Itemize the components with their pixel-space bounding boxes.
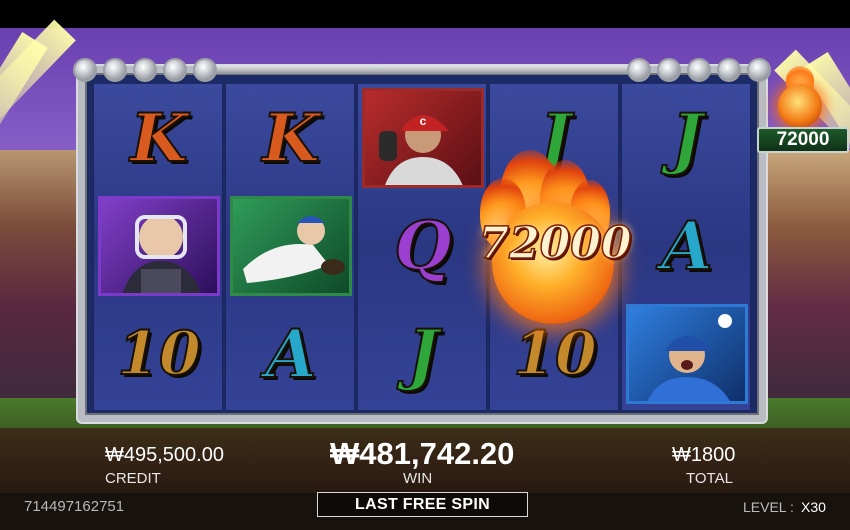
light-bulb-icon xyxy=(747,58,771,82)
catcher-player-symbol xyxy=(98,196,220,296)
symbol-a: A xyxy=(264,314,317,394)
light-bulb-icon xyxy=(717,58,741,82)
reel-cell: J xyxy=(358,300,488,408)
stadium-stands-left xyxy=(0,150,90,410)
pitcher-player-symbol xyxy=(626,304,748,404)
last-free-spin-button[interactable]: LAST FREE SPIN xyxy=(317,492,528,517)
reel-cell: K xyxy=(226,84,356,192)
light-bulb-icon xyxy=(627,58,651,82)
symbol-q: Q xyxy=(393,206,452,286)
reel-cell: A xyxy=(226,300,356,408)
symbol-10: 10 xyxy=(116,318,201,390)
batter-player-symbol: c xyxy=(362,88,484,188)
reel-cell xyxy=(226,192,356,300)
light-bulb-icon xyxy=(103,58,127,82)
total-bet-label: TOTAL xyxy=(686,470,733,487)
credit-label: CREDIT xyxy=(105,470,161,487)
session-id: 714497162751 xyxy=(24,498,125,515)
light-bulb-icon xyxy=(687,58,711,82)
light-bulb-icon xyxy=(163,58,187,82)
symbol-k: K xyxy=(261,98,320,178)
reel-1: K 10 xyxy=(93,84,223,410)
light-bulb-icon xyxy=(133,58,157,82)
reel-cell: A xyxy=(622,192,752,300)
top-black-bar xyxy=(0,0,850,28)
win-label: WIN xyxy=(403,470,433,487)
svg-text:c: c xyxy=(420,114,427,128)
symbol-a: A xyxy=(660,206,713,286)
reel-3: c Q J xyxy=(357,84,487,410)
reel-5: J A xyxy=(621,84,751,410)
reel-cell: 10 xyxy=(94,300,224,408)
jackpot-value: 72000 xyxy=(757,127,849,153)
win-value: ₩481,742.20 xyxy=(330,436,515,471)
reel-cell: K xyxy=(94,84,224,192)
sliding-player-symbol xyxy=(230,196,352,296)
fireball-value: 72000 xyxy=(478,217,633,270)
light-bulb-icon xyxy=(657,58,681,82)
reel-cell: c xyxy=(358,84,488,192)
symbol-j: J xyxy=(406,314,439,394)
symbol-k: K xyxy=(129,98,188,178)
symbol-j: J xyxy=(670,98,703,178)
reel-cell xyxy=(622,300,752,408)
reel-cell xyxy=(94,192,224,300)
level-label: LEVEL : xyxy=(743,499,794,515)
light-bulb-icon xyxy=(73,58,97,82)
reel-cell: J xyxy=(622,84,752,192)
light-bulb-icon xyxy=(193,58,217,82)
symbol-10: 10 xyxy=(512,318,597,390)
level-value: X30 xyxy=(801,499,826,515)
reel-2: K A xyxy=(225,84,355,410)
slot-game-screen: K 10 K A c Q J J 10 J A 72000 72000 ₩495… xyxy=(0,0,850,530)
stadium-stands-right xyxy=(760,150,850,410)
total-bet-value: ₩1800 xyxy=(672,444,736,466)
reel-cell: Q xyxy=(358,192,488,300)
jackpot-fireball-icon xyxy=(778,84,822,128)
frame-top-rail xyxy=(215,66,635,74)
credit-value: ₩495,500.00 xyxy=(105,444,224,466)
